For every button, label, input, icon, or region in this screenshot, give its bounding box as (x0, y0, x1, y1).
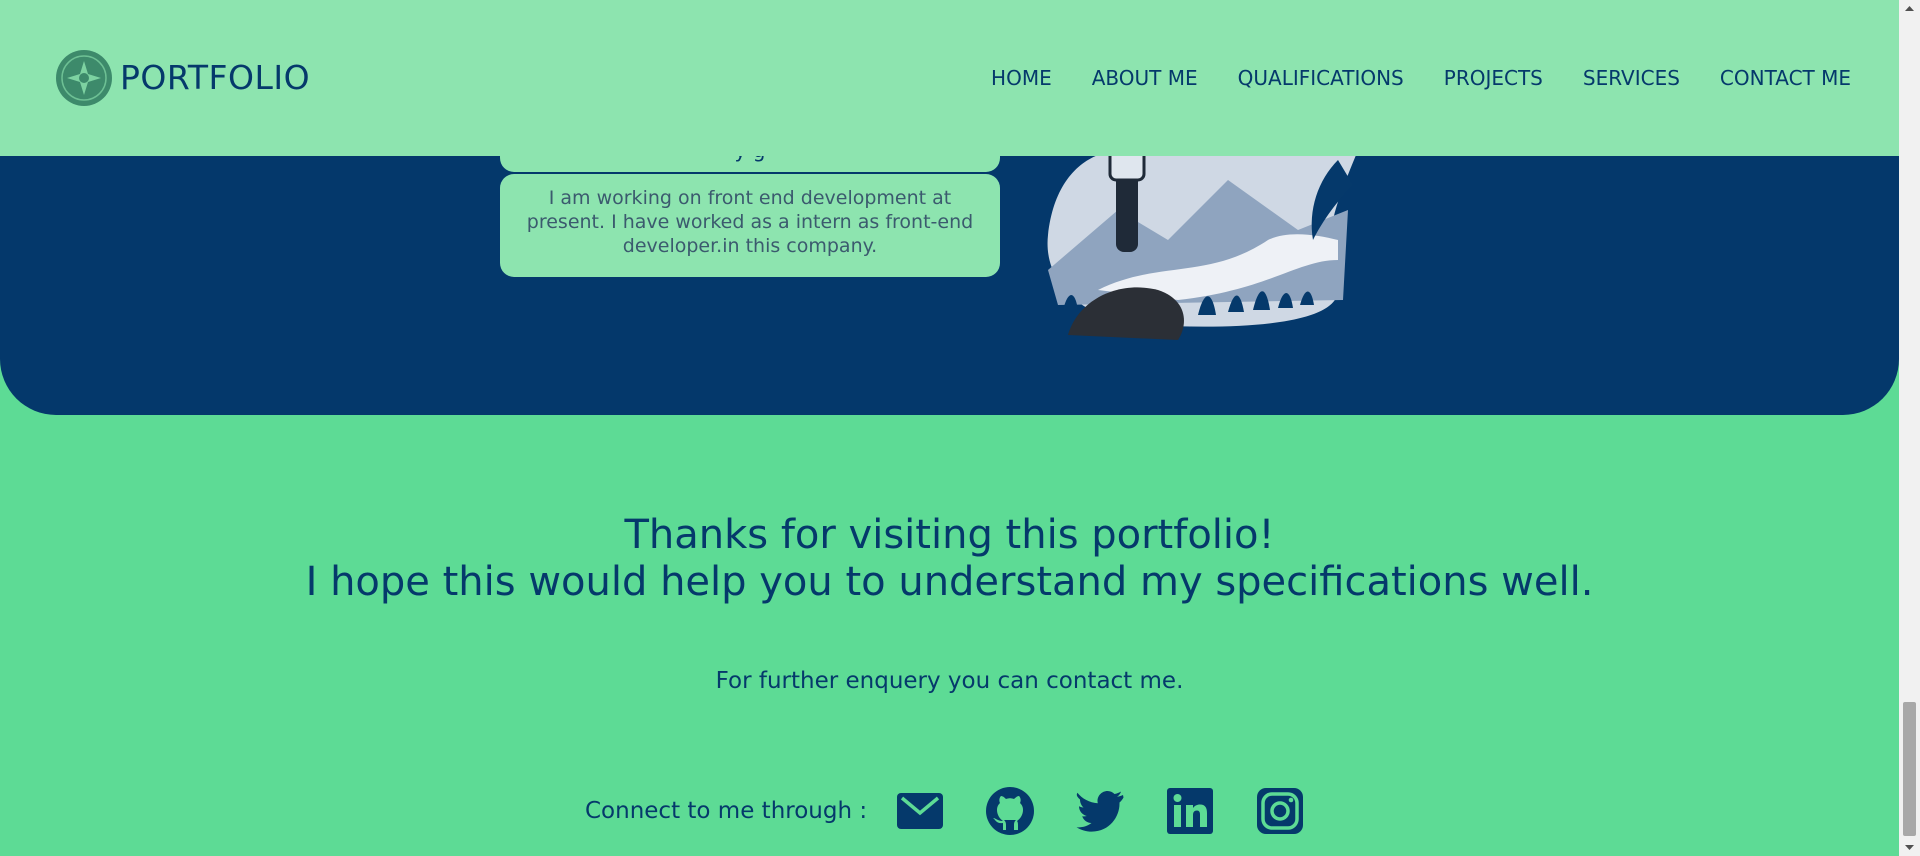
nav-home[interactable]: HOME (991, 66, 1052, 90)
thanks-line-1: Thanks for visiting this portfolio! (624, 512, 1275, 558)
thanks-message: Thanks for visiting this portfolio! I ho… (0, 512, 1899, 606)
scrollbar-thumb[interactable] (1903, 702, 1916, 836)
connect-label: Connect to me through : (585, 798, 868, 824)
page-viewport: y g I am working on front end developmen… (0, 0, 1899, 856)
logo-icon[interactable] (55, 49, 113, 107)
nav-contact-me[interactable]: CONTACT ME (1720, 66, 1851, 90)
instagram-icon[interactable] (1255, 786, 1305, 836)
nav-about-me[interactable]: ABOUT ME (1092, 66, 1198, 90)
thanks-line-2: I hope this would help you to understand… (305, 559, 1594, 605)
mail-icon[interactable] (895, 786, 945, 836)
github-icon[interactable] (985, 786, 1035, 836)
vertical-scrollbar[interactable] (1899, 0, 1920, 856)
scroll-up-arrow-icon[interactable] (1899, 0, 1920, 17)
main-nav: HOME ABOUT ME QUALIFICATIONS PROJECTS SE… (991, 66, 1851, 90)
nav-projects[interactable]: PROJECTS (1444, 66, 1543, 90)
hiker-illustration (1047, 140, 1358, 340)
scroll-down-arrow-icon[interactable] (1899, 839, 1920, 856)
nav-services[interactable]: SERVICES (1583, 66, 1680, 90)
experience-card: I am working on front end development at… (500, 174, 1000, 277)
navbar: PORTFOLIO HOME ABOUT ME QUALIFICATIONS P… (0, 0, 1899, 156)
brand-title[interactable]: PORTFOLIO (120, 58, 310, 97)
connect-row: Connect to me through : (585, 786, 1345, 836)
nav-qualifications[interactable]: QUALIFICATIONS (1238, 66, 1404, 90)
experience-card-text: I am working on front end development at… (526, 187, 974, 257)
twitter-icon[interactable] (1075, 786, 1125, 836)
linkedin-icon[interactable] (1165, 786, 1215, 836)
enquiry-text: For further enquery you can contact me. (715, 668, 1184, 694)
